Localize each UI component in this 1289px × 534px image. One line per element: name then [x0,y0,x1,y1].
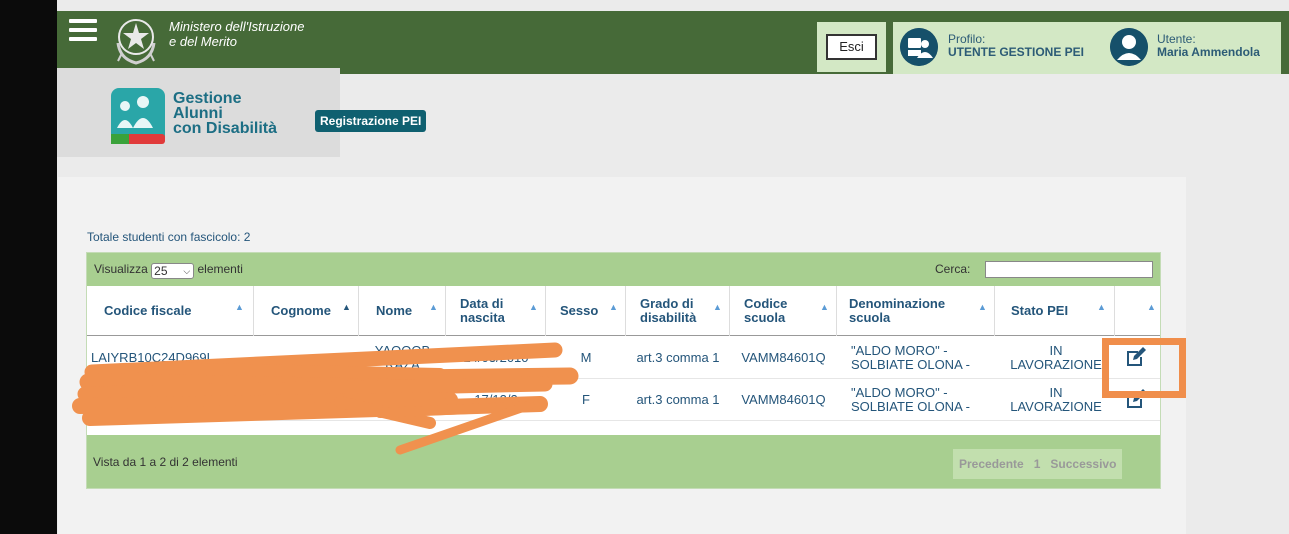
user-label: Utente: [1157,32,1196,46]
table-info: Vista da 1 a 2 di 2 elementi [93,455,238,469]
show-suffix: elementi [197,262,243,276]
profile-icon [900,28,938,66]
next-page-button[interactable]: Successivo [1044,457,1122,471]
app-title-line-2: Alunni [173,105,223,122]
logout-button[interactable]: Esci [826,34,877,60]
column-header-cognome[interactable]: Cognome ▲ [254,286,359,336]
search-label: Cerca: [935,262,971,276]
table-row[interactable]: BR 17/12/2 F art.3 comma 1 VAMM84601Q "A… [87,379,1160,421]
cell-codice-scuola: VAMM84601Q [741,392,826,407]
app-title-line-3: con Disabilità [173,120,278,137]
app-logo-panel: Gestione Alunni con Disabilità [57,68,340,157]
sort-icon: ▲ [1097,302,1106,312]
column-header-sesso[interactable]: Sesso ▲ [546,286,626,336]
sort-icon: ▲ [713,302,722,312]
ministry-name: Ministero dell'Istruzione e del Merito [169,19,304,49]
sort-asc-icon: ▲ [342,302,351,312]
cell-grado: art.3 comma 1 [636,350,720,365]
page-length-control: Visualizza 25 ⌵ elementi [94,262,243,279]
table-footer: Vista da 1 a 2 di 2 elementi Precedente … [87,435,1160,488]
profile-label: Profilo: [948,32,986,46]
cell-stato-pei: IN LAVORAZIONE [1010,385,1102,414]
cell-cognome [254,337,359,379]
sort-icon: ▲ [978,302,987,312]
cell-sesso: M [580,350,592,365]
cell-codice-fiscale: BR [91,392,110,407]
user-info: Utente: Maria Ammendola [1157,33,1260,59]
column-header-codice-fiscale[interactable]: Codice fiscale ▲︎ [87,286,254,336]
user-value: Maria Ammendola [1157,45,1260,59]
sort-icon: ▲ [609,302,618,312]
ministry-line-2: e del Merito [169,34,237,49]
show-prefix: Visualizza [94,262,148,276]
cell-codice-fiscale: LAIYRB10C24D969L [91,350,214,365]
column-header-nome[interactable]: Nome ▲ [359,286,446,336]
page-length-value: 25 [154,264,168,278]
cell-denominazione: "ALDO MORO" - SOLBIATE OLONA - [851,385,970,414]
ministry-line-1: Ministero dell'Istruzione [169,19,305,34]
section-badge: Registrazione PEI [315,110,427,132]
students-table: Visualizza 25 ⌵ elementi Cerca: Codice fi… [86,252,1161,489]
app-title: Gestione Alunni con Disabilità [173,90,278,137]
menu-icon[interactable] [69,19,97,41]
table-row[interactable]: LAIYRB10C24D969L YAQOOB RAZA 24/03/2010 … [87,337,1160,379]
column-header-denominazione-scuola[interactable]: Denominazione scuola ▲ [837,286,995,336]
app-logo-icon [111,88,165,144]
user-avatar-icon [1110,28,1148,66]
sort-icon: ▲ [529,302,538,312]
table-controls: Visualizza 25 ⌵ elementi Cerca: [87,253,1160,286]
chevron-down-icon: ⌵ [183,266,191,276]
main-card: Totale studenti con fascicolo: 2 Visuali… [58,177,1186,534]
sort-icon: ▲ [1147,302,1156,312]
pagination: Precedente 1 Successivo [953,449,1123,479]
cell-data-nascita: 17/12/2 [474,392,518,407]
cell-grado: art.3 comma 1 [636,392,720,407]
page-1-button[interactable]: 1 [1030,457,1045,471]
column-header-data-nascita[interactable]: Data di nascita ▲ [446,286,546,336]
cell-codice-scuola: VAMM84601Q [741,350,826,365]
cell-data-nascita: 24/03/2010 [463,350,529,365]
republic-emblem-icon [116,19,156,65]
column-header-actions[interactable]: ▲ [1115,286,1160,336]
top-header-bar: Ministero dell'Istruzione e del Merito E… [57,11,1289,74]
cell-cognome [254,379,359,421]
sort-icon: ▲ [429,302,438,312]
cell-nome: YAQOOB RAZA [374,343,431,372]
sort-icon: ▲ [820,302,829,312]
sort-icon: ▲︎ [235,302,244,312]
page-length-select[interactable]: 25 ⌵ [151,263,195,279]
cell-stato-pei: IN LAVORAZIONE [1010,343,1102,372]
column-header-stato-pei[interactable]: Stato PEI ▲ [995,286,1115,336]
logout-area: Esci [817,22,886,72]
cell-nome [359,379,446,421]
table-header: Codice fiscale ▲︎ Cognome ▲ Nome ▲ Data di … [87,286,1160,336]
annotation-highlight-box [1102,338,1186,398]
app-title-line-1: Gestione [173,90,242,107]
profile-info: Profilo: UTENTE GESTIONE PEI [948,33,1084,59]
column-header-codice-scuola[interactable]: Codice scuola ▲ [730,286,837,336]
left-black-strip [0,0,57,534]
cell-denominazione: "ALDO MORO" - SOLBIATE OLONA - [851,343,970,372]
total-students: Totale studenti con fascicolo: 2 [87,230,251,244]
cell-sesso: F [582,392,590,407]
column-header-grado-disabilita[interactable]: Grado di disabilità ▲ [626,286,730,336]
user-info-box: Profilo: UTENTE GESTIONE PEI Utente: Mar… [893,22,1281,74]
search-input[interactable] [985,261,1153,278]
previous-page-button[interactable]: Precedente [953,457,1030,471]
profile-value: UTENTE GESTIONE PEI [948,45,1085,59]
